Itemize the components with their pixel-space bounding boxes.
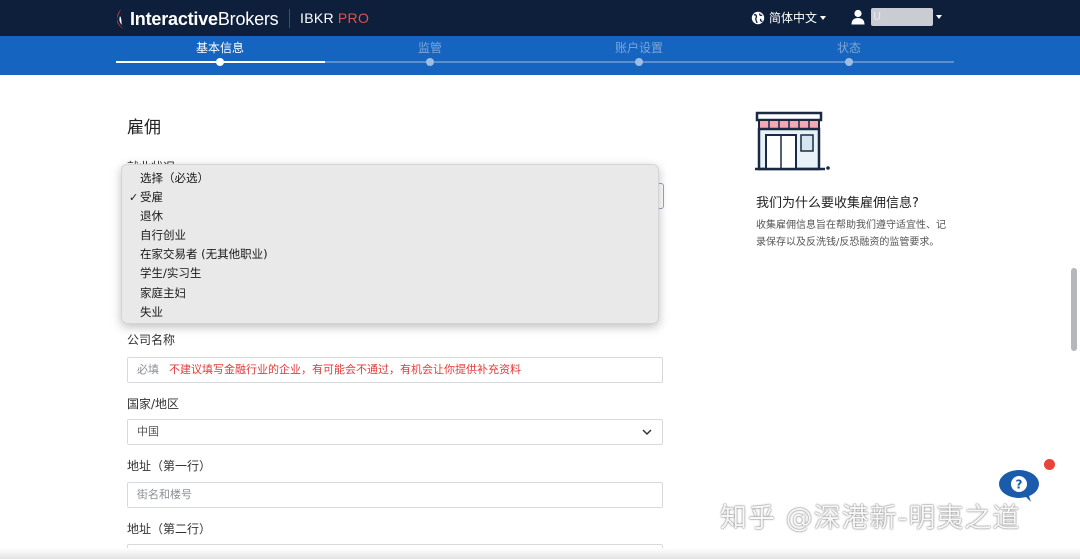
address-line1-label: 地址（第一行） <box>127 459 212 473</box>
step-status[interactable]: 状态 <box>837 39 861 56</box>
option-label: 受雇 <box>140 190 163 205</box>
section-title: 雇佣 <box>127 118 161 138</box>
bottom-edge <box>0 548 1080 559</box>
language-label: 简体中文 <box>769 11 818 25</box>
storefront-icon <box>755 111 830 171</box>
employment-option[interactable]: 自行创业 <box>122 226 658 245</box>
checkmark-icon: ✓ <box>129 191 139 205</box>
chevron-down-icon <box>642 429 652 436</box>
company-name-warning: 不建议填写金融行业的企业，有可能会不通过，有机会让你提供补充资料 <box>169 363 521 376</box>
country-select[interactable]: 中国 <box>127 419 663 445</box>
user-name-redacted: U <box>871 8 933 26</box>
option-label: 在家交易者 (无其他职业) <box>140 247 268 262</box>
employment-status-dropdown[interactable]: 选择（必选） ✓ 受雇 退休 自行创业 在家交易者 (无其他职业) 学生/实习生 … <box>121 164 659 324</box>
step-account-settings[interactable]: 账户设置 <box>615 39 663 56</box>
info-description: 收集雇佣信息旨在帮助我们遵守适宜性、记录保存以及反洗钱/反恐融资的监管要求。 <box>756 220 946 248</box>
employment-option[interactable]: 在家交易者 (无其他职业) <box>122 245 658 264</box>
info-title: 我们为什么要收集雇佣信息? <box>756 196 919 211</box>
address-line1-input[interactable]: 街名和楼号 <box>127 482 663 508</box>
employment-option[interactable]: 家庭主妇 <box>122 284 658 303</box>
option-label: 自行创业 <box>140 228 186 243</box>
interactive-brokers-logo[interactable]: InteractiveBrokers <box>114 7 279 31</box>
company-name-input[interactable]: 必填 不建议填写金融行业的企业，有可能会不通过，有机会让你提供补充资料 <box>127 357 663 383</box>
step-dot-basic-info <box>216 58 224 66</box>
employment-option-selected[interactable]: ✓ 受雇 <box>122 188 658 207</box>
language-selector[interactable]: 简体中文 <box>751 9 827 26</box>
option-label: 学生/实习生 <box>140 266 202 281</box>
user-icon <box>851 9 865 25</box>
step-regulatory[interactable]: 监管 <box>418 39 442 56</box>
header-divider <box>289 9 290 28</box>
step-basic-info[interactable]: 基本信息 <box>196 39 244 56</box>
company-name-placeholder: 必填 <box>137 363 159 376</box>
flame-logo-icon <box>117 9 124 29</box>
step-dot-regulatory <box>426 58 434 66</box>
chevron-down-icon <box>820 15 827 20</box>
notification-dot <box>1044 459 1055 470</box>
option-label: 选择（必选） <box>140 171 209 185</box>
country-label: 国家/地区 <box>127 397 180 411</box>
company-name-label: 公司名称 <box>127 333 176 347</box>
option-label: 家庭主妇 <box>140 285 186 300</box>
user-menu[interactable]: U <box>851 8 942 26</box>
watermark: 知乎 @深港新-明夷之道 <box>720 503 1021 534</box>
employment-option[interactable]: 学生/实习生 <box>122 264 658 283</box>
product-label: IBKR <box>300 10 334 26</box>
user-chevron-down-icon <box>936 15 942 19</box>
globe-icon <box>751 11 765 24</box>
question-icon: ? <box>1016 478 1023 492</box>
logo-text-rest: Brokers <box>217 8 279 29</box>
address-line2-label: 地址（第二行） <box>127 522 212 536</box>
country-value: 中国 <box>137 425 159 438</box>
top-header: InteractiveBrokers IBKR PRO 简体中文 U <box>0 0 1080 36</box>
logo-text-bold: Interactive <box>130 8 218 29</box>
employment-option[interactable]: 选择（必选） <box>122 169 658 188</box>
product-name: IBKR PRO <box>300 10 369 26</box>
progress-steps <box>0 36 1080 75</box>
option-label: 失业 <box>140 304 163 319</box>
step-dot-status <box>845 58 853 66</box>
option-label: 退休 <box>140 209 163 224</box>
employment-option[interactable]: 失业 <box>122 303 658 322</box>
step-dot-account-settings <box>635 58 643 66</box>
product-tier: PRO <box>337 10 370 26</box>
employment-option[interactable]: 退休 <box>122 207 658 226</box>
page-scrollbar[interactable] <box>1071 268 1077 351</box>
